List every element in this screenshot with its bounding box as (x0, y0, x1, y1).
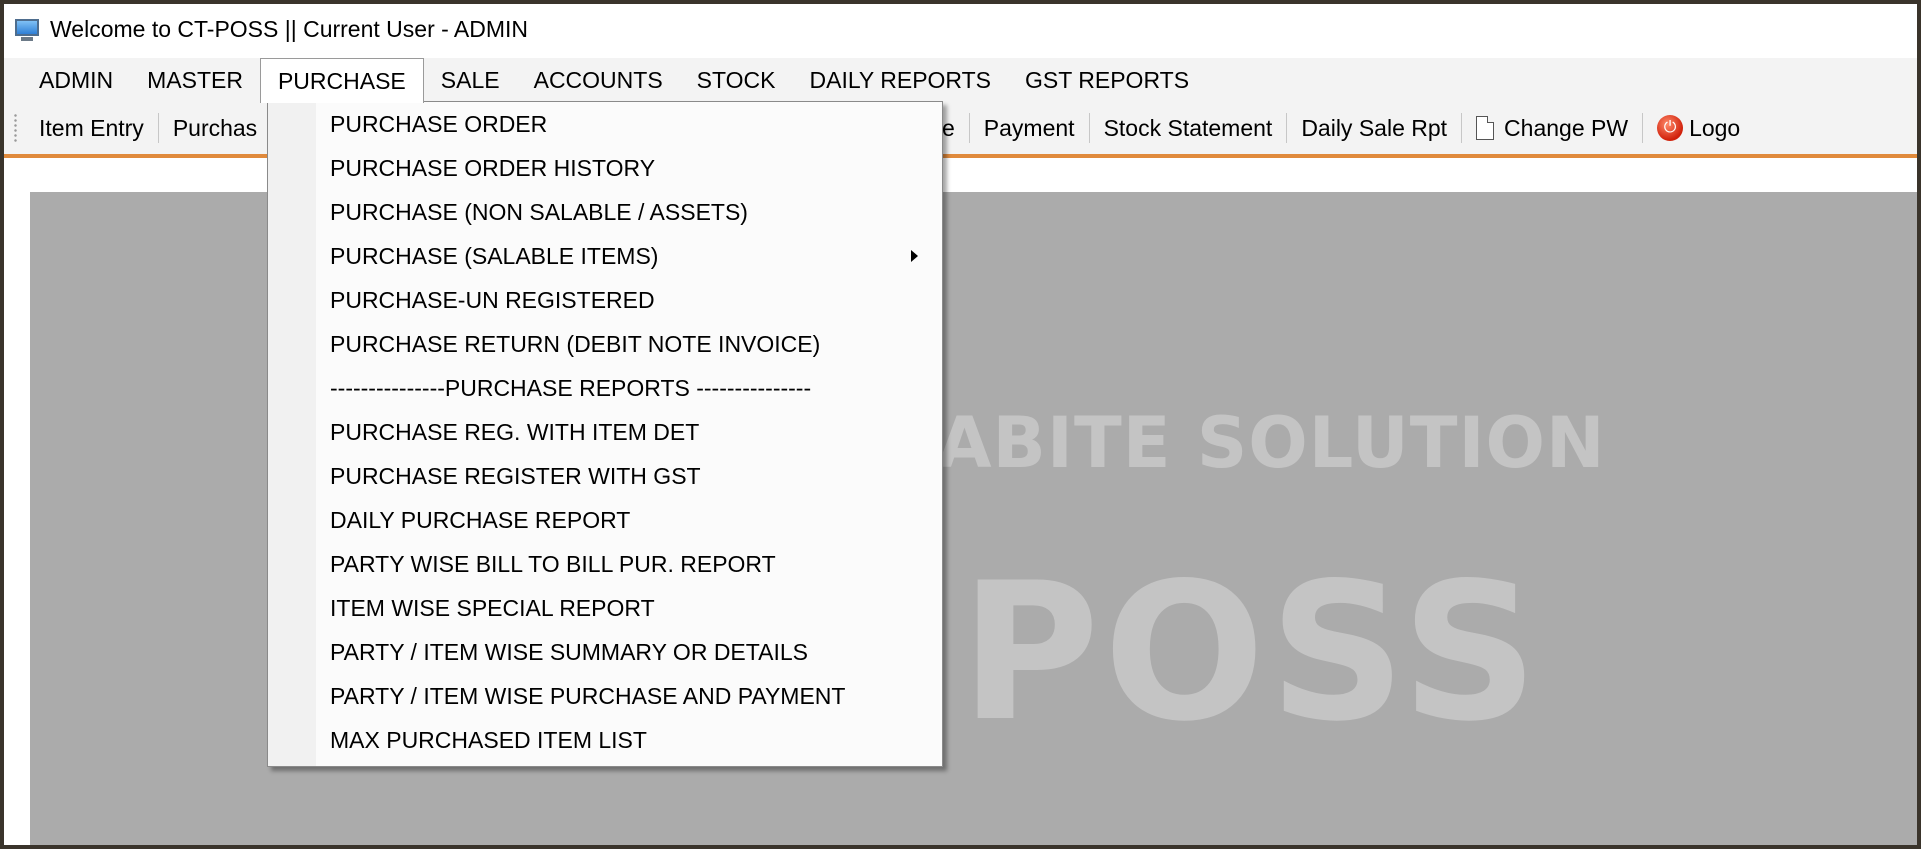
purchase-button[interactable]: Purchas (159, 115, 271, 142)
menu-accounts[interactable]: ACCOUNTS (517, 58, 680, 102)
item-entry-button[interactable]: Item Entry (25, 115, 158, 142)
app-window: Welcome to CT-POSS || Current User - ADM… (0, 0, 1921, 849)
menu-section-purchase-reports: ---------------PURCHASE REPORTS --------… (330, 374, 812, 401)
menu-item-party-item-summary[interactable]: PARTY / ITEM WISE SUMMARY OR DETAILS (318, 630, 942, 674)
purchase-dropdown-menu: PURCHASE ORDER PURCHASE ORDER HISTORY PU… (267, 101, 943, 767)
logout-button[interactable]: ⏻ Logo (1643, 115, 1740, 142)
change-pw-button[interactable]: Change PW (1462, 115, 1642, 142)
menu-item-item-wise-special[interactable]: ITEM WISE SPECIAL REPORT (318, 586, 942, 630)
toolbar-grip[interactable] (14, 113, 17, 143)
menu-item-label: PURCHASE (SALABLE ITEMS) (330, 242, 659, 269)
stock-statement-button[interactable]: Stock Statement (1090, 115, 1287, 142)
title-bar: Welcome to CT-POSS || Current User - ADM… (4, 4, 1917, 55)
menu-gst-reports[interactable]: GST REPORTS (1008, 58, 1206, 102)
change-pw-label: Change PW (1504, 114, 1629, 141)
menu-master[interactable]: MASTER (130, 58, 260, 102)
menu-item-purchase-reg-item-det[interactable]: PURCHASE REG. WITH ITEM DET (318, 410, 942, 454)
menu-item-purchase-order-history[interactable]: PURCHASE ORDER HISTORY (318, 146, 942, 190)
menu-sale[interactable]: SALE (424, 58, 517, 102)
menu-admin[interactable]: ADMIN (22, 58, 130, 102)
submenu-arrow-icon (911, 250, 918, 262)
menu-stock[interactable]: STOCK (680, 58, 793, 102)
menu-item-party-item-purchase-payment[interactable]: PARTY / ITEM WISE PURCHASE AND PAYMENT (318, 674, 942, 718)
menu-purchase[interactable]: PURCHASE (259, 58, 424, 103)
power-icon: ⏻ (1657, 115, 1684, 141)
menu-item-purchase-non-salable[interactable]: PURCHASE (NON SALABLE / ASSETS) (318, 190, 942, 234)
menu-item-max-purchased[interactable]: MAX PURCHASED ITEM LIST (318, 718, 942, 762)
menu-image-margin (268, 102, 316, 766)
document-icon (1476, 116, 1495, 140)
menu-item-purchase-unregistered[interactable]: PURCHASE-UN REGISTERED (318, 278, 942, 322)
menu-item-purchase-return[interactable]: PURCHASE RETURN (DEBIT NOTE INVOICE) (318, 322, 942, 366)
payment-button[interactable]: Payment (970, 115, 1089, 142)
menu-bar: ADMIN MASTER PURCHASE SALE ACCOUNTS STOC… (4, 58, 1917, 103)
menu-item-party-wise-bill[interactable]: PARTY WISE BILL TO BILL PUR. REPORT (318, 542, 942, 586)
daily-sale-rpt-button[interactable]: Daily Sale Rpt (1287, 115, 1461, 142)
menu-daily-reports[interactable]: DAILY REPORTS (793, 58, 1009, 102)
window-title: Welcome to CT-POSS || Current User - ADM… (50, 16, 529, 42)
menu-item-daily-purchase-report[interactable]: DAILY PURCHASE REPORT (318, 498, 942, 542)
menu-item-purchase-register-gst[interactable]: PURCHASE REGISTER WITH GST (318, 454, 942, 498)
menu-item-purchase-salable-items[interactable]: PURCHASE (SALABLE ITEMS) (318, 234, 942, 278)
logout-label: Logo (1689, 114, 1741, 141)
menu-item-purchase-order[interactable]: PURCHASE ORDER (318, 102, 942, 146)
monitor-icon (14, 17, 40, 43)
